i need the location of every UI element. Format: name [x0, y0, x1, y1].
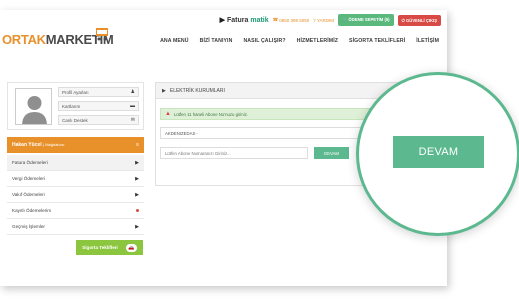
sidebar-item-label: Geçmiş İşlemler	[12, 224, 45, 229]
zoomed-continue-label: DEVAM	[418, 146, 459, 158]
sidebar-item-foundation-payments[interactable]: Vakıf Ödemeleri ▶	[7, 187, 144, 203]
info-alert: ▲ Lütfen 11 haneli Abone No'nuzu giriniz…	[160, 108, 370, 120]
user-name-group: Hakan Yücel | Mağdalcısı	[12, 142, 65, 148]
insurance-offers-button[interactable]: Sigorta Teklifleri 🚗	[76, 240, 143, 255]
subscriber-number-placeholder: Lütfen Abone Numaranızı Giriniz...	[165, 151, 231, 156]
logout-button[interactable]: ⏻ GÜVENLİ ÇIKIŞ	[397, 14, 441, 26]
user-bar[interactable]: Hakan Yücel | Mağdalcısı ≡	[7, 137, 144, 153]
sidebar-item-saved-payments[interactable]: Kayıtlı Ödemelerim	[7, 203, 144, 219]
panel-title: ELEKTRİK KURUMLARI	[169, 87, 225, 94]
card-icon: ▬	[130, 103, 135, 109]
nav-item-about[interactable]: BİZİ TANIYIN	[200, 38, 233, 44]
notification-dot-icon	[136, 209, 139, 212]
cards-link[interactable]: Kartlarım ▬	[58, 101, 139, 111]
sidebar-item-tax-payments[interactable]: Vergi Ödemeleri ▶	[7, 171, 144, 187]
chevron-right-icon: ▶	[135, 223, 139, 230]
continue-label: DEVAM	[324, 150, 339, 156]
logout-label: GÜVENLİ ÇIKIŞ	[406, 17, 437, 23]
phone-icon: ☎	[272, 17, 279, 22]
continue-button[interactable]: DEVAM	[314, 147, 349, 159]
live-support-label: Canlı Destek	[62, 117, 88, 123]
profile-box: Profil Ayarları ♟ Kartlarım ▬ Canlı Dest…	[7, 82, 144, 130]
help-link[interactable]: ? YARDIM	[313, 18, 334, 23]
phone-number: 0850 399 5050	[279, 17, 310, 23]
nav-item-home[interactable]: ANA MENÜ	[160, 38, 189, 44]
payment-basket-label: ÖDEME SEPETİM (5)	[348, 17, 390, 22]
sidebar-item-label: Vergi Ödemeleri	[12, 176, 45, 181]
help-label: YARDIM	[316, 17, 334, 23]
insurance-offers-label: Sigorta Teklifleri	[82, 245, 118, 250]
avatar-silhouette-icon	[16, 89, 51, 124]
chevron-right-icon: ▶	[135, 191, 139, 198]
alert-text: Lütfen 11 haneli Abone No'nuzu giriniz.	[173, 111, 249, 117]
zoomed-continue-button[interactable]: DEVAM	[393, 136, 484, 168]
help-icon: ?	[313, 17, 316, 23]
user-role: | Mağdalcısı	[43, 142, 65, 147]
cards-label: Kartlarım	[62, 103, 81, 109]
sidebar-item-bill-payments[interactable]: Fatura Ödemeleri ▶	[7, 155, 144, 171]
nav-item-services[interactable]: HİZMETLERİMİZ	[297, 38, 338, 44]
menu-icon: ≡	[136, 142, 139, 148]
nav-item-how[interactable]: NASIL ÇALIŞIR?	[243, 38, 285, 44]
sidebar: Profil Ayarları ♟ Kartlarım ▬ Canlı Dest…	[7, 82, 144, 242]
live-support-link[interactable]: Canlı Destek ✉	[58, 115, 139, 125]
chevron-right-icon: ▶	[162, 87, 166, 94]
chat-icon: ✉	[130, 117, 135, 123]
header: ORTAKMARKETİM ▶ Fatura matik ☎ 0850 399 5…	[0, 10, 447, 58]
institution-select[interactable]: AKDENIZEDAS -	[160, 127, 374, 139]
faturamatik-part2: matik	[250, 16, 269, 24]
chevron-right-icon: ▶	[135, 159, 139, 166]
chevron-right-icon: ▶	[135, 175, 139, 182]
phone-info[interactable]: ☎ 0850 399 5050	[273, 17, 310, 23]
basket-icon: 🛒	[341, 17, 348, 22]
main-nav: ANA MENÜ BİZİ TANIYIN NASIL ÇALIŞIR? HİZ…	[160, 38, 439, 44]
avatar[interactable]	[15, 88, 52, 125]
cart-icon	[96, 28, 108, 41]
power-icon: ⏻	[401, 17, 405, 23]
play-icon: ▶	[219, 17, 225, 24]
nav-item-contact[interactable]: İLETİŞİM	[416, 38, 439, 44]
user-icon: ♟	[130, 89, 135, 95]
sidebar-item-label: Kayıtlı Ödemelerim	[12, 208, 52, 213]
user-name: Hakan Yücel	[12, 142, 42, 148]
nav-item-insurance[interactable]: SİGORTA TEKLİFLERİ	[349, 38, 405, 44]
subscriber-number-input[interactable]: Lütfen Abone Numaranızı Giriniz...	[160, 147, 308, 159]
logo-part1: ORTAK	[2, 32, 46, 47]
sidebar-item-history[interactable]: Geçmiş İşlemler ▶	[7, 219, 144, 235]
faturamatik-part1: Fatura	[226, 16, 249, 24]
payment-basket-button[interactable]: 🛒 ÖDEME SEPETİM (5)	[337, 14, 394, 26]
sidebar-item-label: Vakıf Ödemeleri	[12, 192, 45, 197]
screenshot-stage: ORTAKMARKETİM ▶ Fatura matik ☎ 0850 399 5…	[0, 0, 519, 302]
profile-settings-link[interactable]: Profil Ayarları ♟	[58, 87, 139, 97]
institution-select-value: AKDENIZEDAS -	[165, 131, 198, 136]
sidebar-item-label: Fatura Ödemeleri	[12, 160, 48, 165]
faturamatik-logo[interactable]: ▶ Fatura matik	[219, 16, 269, 25]
profile-settings-label: Profil Ayarları	[62, 89, 89, 95]
warning-icon: ▲	[165, 111, 171, 117]
car-icon: 🚗	[125, 243, 137, 252]
top-bar: ▶ Fatura matik ☎ 0850 399 5050 ? YARDIM 🛒…	[220, 14, 441, 26]
zoom-callout: DEVAM	[356, 72, 519, 236]
